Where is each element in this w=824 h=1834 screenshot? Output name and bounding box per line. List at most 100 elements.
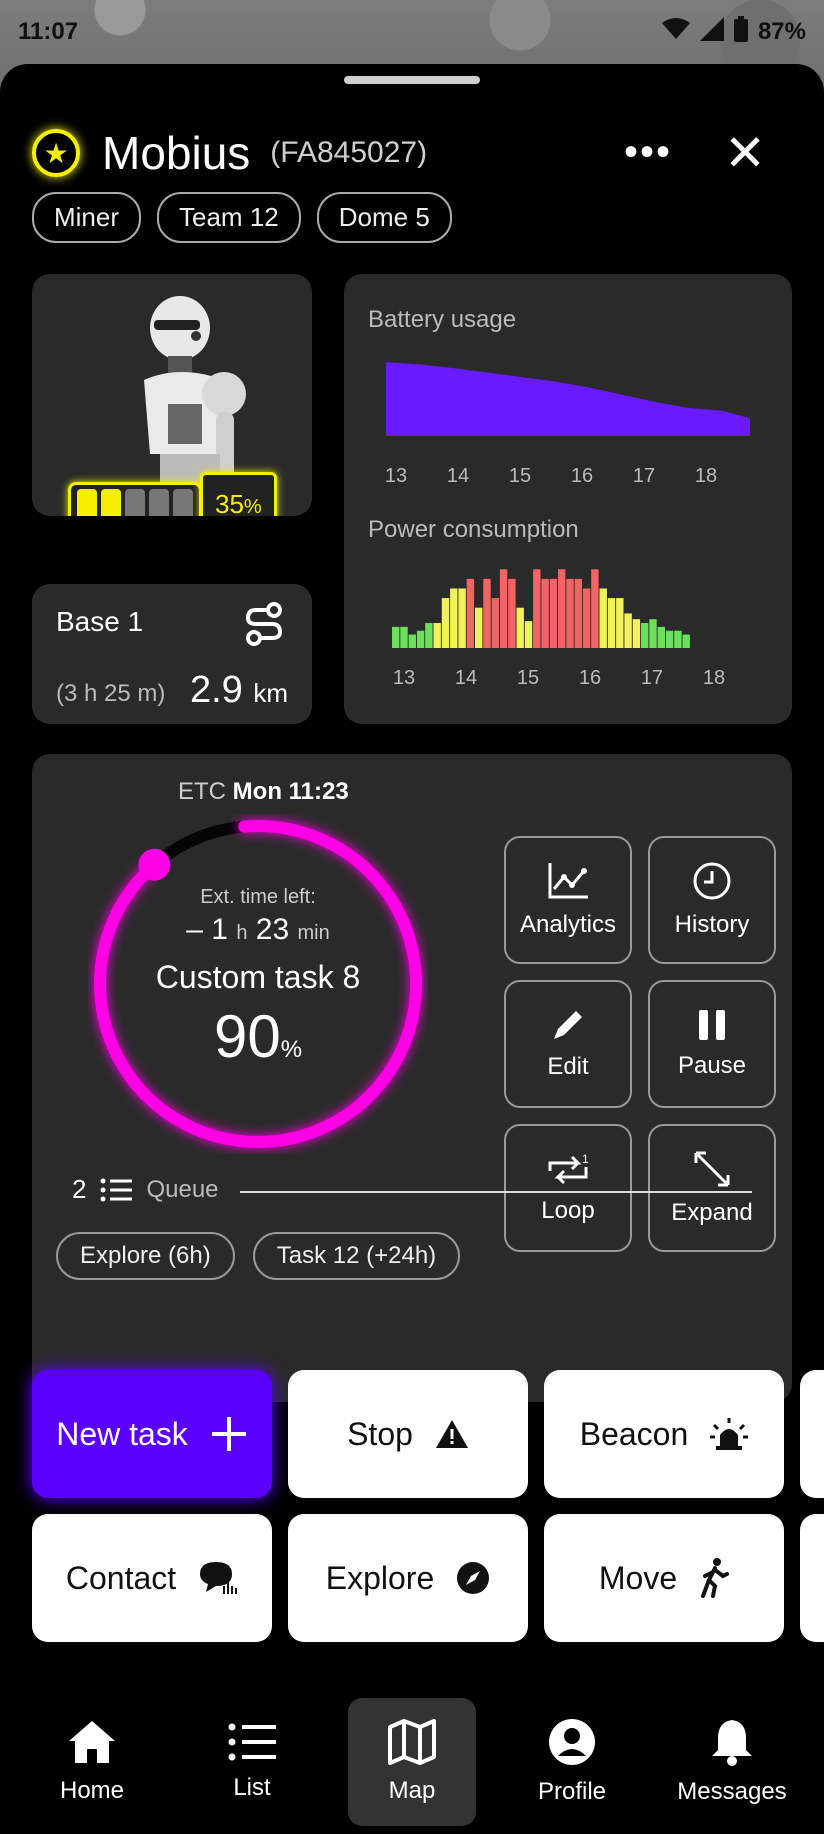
power-bar (591, 569, 599, 648)
robot-id: (FA845027) (270, 136, 428, 169)
power-bar (582, 588, 591, 648)
battery-percent: 87% (757, 18, 806, 45)
route-destination: Base 1 (56, 606, 144, 637)
plus-icon (211, 1417, 246, 1451)
walk-icon (701, 1558, 730, 1598)
power-chart-title: Power consumption (368, 516, 579, 543)
power-bar (566, 578, 574, 648)
new-task-button[interactable]: New task (32, 1370, 272, 1498)
queue-label: Queue (146, 1175, 219, 1203)
more-commands-button[interactable] (800, 1514, 824, 1642)
queue-item[interactable]: Task 12 (+24h) (252, 1232, 461, 1280)
battery-cell (125, 488, 145, 516)
power-bar (392, 626, 400, 648)
power-bar (508, 578, 516, 648)
queue-count: 2 (72, 1174, 87, 1204)
power-bar (674, 630, 682, 648)
power-tick-label: 14 (455, 667, 477, 689)
svg-text:1: 1 (582, 1152, 589, 1166)
robot-image-card: 35% (32, 274, 312, 516)
warning-icon (435, 1420, 468, 1448)
edit-button[interactable]: Edit (504, 980, 632, 1108)
loop-button[interactable]: 1 Loop (504, 1124, 632, 1252)
battery-tick-label: 13 (385, 465, 407, 487)
battery-cells (68, 481, 202, 516)
time-left-label: Ext. time left: (200, 885, 316, 908)
battery-cell (173, 488, 193, 516)
battery-chart-title: Battery usage (368, 306, 517, 333)
analytics-button[interactable]: Analytics (504, 836, 632, 964)
compass-icon (457, 1562, 490, 1594)
expand-button[interactable]: Expand (648, 1124, 776, 1252)
battery-tick-label: 15 (509, 465, 531, 487)
battery-tick-label: 17 (633, 465, 655, 487)
explore-button[interactable]: Explore (288, 1514, 528, 1642)
etc-label: ETC Mon 11:23 (178, 778, 349, 805)
power-bar (499, 569, 508, 648)
power-bar (483, 578, 491, 648)
task-card: ETC Mon 11:23 Ext. time left: – 1 h 23 m… (32, 754, 792, 1402)
star-icon[interactable]: ★ (32, 129, 80, 177)
nav-home[interactable]: Home (28, 1698, 156, 1826)
battery-level: 35% (200, 472, 277, 516)
power-bar (549, 578, 558, 648)
tag-team[interactable]: Team 12 (157, 192, 301, 243)
route-card[interactable]: Base 1 (3 h 25 m) 2.9 km (32, 584, 312, 724)
power-tick-label: 15 (517, 667, 539, 689)
robot-header: ★ Mobius (FA845027) ••• ✕ (32, 118, 802, 188)
power-bar (574, 578, 582, 648)
list-icon (100, 1178, 133, 1201)
siren-icon (710, 1418, 749, 1450)
drag-handle[interactable] (344, 76, 480, 84)
power-bar (441, 598, 450, 648)
power-bar (516, 607, 524, 648)
chat-icon (200, 1562, 238, 1594)
queue-divider (240, 1191, 752, 1193)
battery-tick-label: 18 (695, 465, 717, 487)
task-name: Custom task 8 (155, 958, 361, 995)
wifi-icon (661, 17, 690, 47)
nav-list[interactable]: List (188, 1698, 316, 1826)
power-bar (607, 598, 616, 648)
battery-area (386, 362, 750, 436)
nav-messages[interactable]: Messages (668, 1698, 796, 1826)
more-commands-button[interactable] (800, 1370, 824, 1498)
status-bar: 11:07 87% (0, 0, 824, 64)
move-button[interactable]: Move (544, 1514, 784, 1642)
power-bar (433, 623, 441, 648)
queue-item[interactable]: Explore (6h) (56, 1232, 235, 1280)
contact-button[interactable]: Contact (32, 1514, 272, 1642)
beacon-button[interactable]: Beacon (544, 1370, 784, 1498)
close-icon[interactable]: ✕ (724, 124, 766, 182)
signal-icon (699, 16, 724, 48)
nav-map[interactable]: Map (348, 1698, 476, 1826)
power-tick-label: 13 (393, 667, 415, 689)
history-button[interactable]: History (648, 836, 776, 964)
nav-profile[interactable]: Profile (508, 1698, 636, 1826)
battery-cell (101, 488, 121, 516)
power-bar (649, 619, 657, 648)
power-bar (408, 634, 416, 648)
tag-role[interactable]: Miner (32, 192, 142, 243)
power-bar (541, 578, 549, 648)
power-bar (599, 588, 607, 648)
stop-button[interactable]: Stop (288, 1370, 528, 1498)
power-tick-label: 17 (641, 667, 663, 689)
task-percent: 90% (213, 1002, 303, 1070)
route-icon (245, 602, 283, 646)
pause-button[interactable]: Pause (648, 980, 776, 1108)
queue-header[interactable]: 2 Queue (72, 1174, 219, 1205)
charts-card: Battery usage 13 14 15 16 17 18 Power consump… (344, 274, 792, 724)
bottom-nav: Home List Map Profile Messages (0, 1690, 824, 1834)
battery-cell (149, 488, 169, 516)
map-icon (388, 1719, 436, 1765)
battery-cell (77, 488, 97, 516)
more-options-icon[interactable]: ••• (624, 130, 672, 175)
power-bar (682, 634, 690, 648)
tag-dome[interactable]: Dome 5 (316, 192, 452, 243)
robot-name: Mobius (102, 127, 251, 179)
power-bar (632, 619, 641, 648)
battery-tick-label: 16 (571, 465, 593, 487)
time-left-value: – 1 h 23 min (186, 912, 330, 946)
power-bar (458, 588, 466, 648)
